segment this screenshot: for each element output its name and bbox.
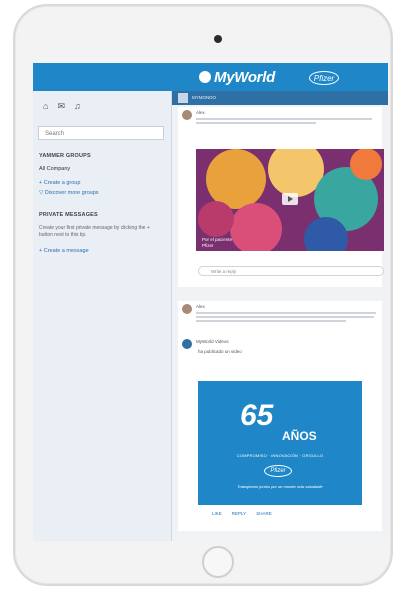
private-messages-tip: Create your first private message by cli… [39, 225, 150, 238]
post-text-line [196, 316, 374, 318]
pfizer-logo: Pfizer [309, 71, 339, 85]
post-actions: LIKE REPLY SHARE [212, 511, 272, 516]
post: Alex MyWorld Videos ha publicado un vide… [178, 301, 382, 531]
anniversary-word: AÑOS [282, 429, 317, 443]
bell-icon[interactable]: ♫ [74, 101, 81, 112]
top-bar: MyWorld Pfizer [33, 63, 388, 91]
search-input[interactable]: Search [38, 126, 164, 140]
announcement-post: Alex Por el paciente Pfizer Write a repl… [178, 107, 384, 287]
video-caption: Por el paciente [202, 237, 233, 242]
group-name: MYMONDO [192, 95, 216, 100]
post-text-line [196, 312, 376, 314]
avatar [182, 110, 192, 120]
main-feed: MYMONDO Alex Por el paciente Pfizer Writ… [172, 91, 388, 541]
groups-heading: YAMMER GROUPS [39, 153, 91, 159]
app-screen: MyWorld Pfizer ⌂ ✉ ♫ Search YAMMER GROUP… [33, 63, 388, 541]
sidebar-icons: ⌂ ✉ ♫ [43, 101, 81, 112]
video-channel-avatar [182, 339, 192, 349]
share-button[interactable]: SHARE [256, 511, 272, 516]
anniversary-values: COMPROMISO · INNOVACIÓN · ORGULLO [236, 453, 324, 458]
discover-groups-link[interactable]: ▽ Discover more groups [39, 190, 99, 196]
home-icon[interactable]: ⌂ [43, 101, 48, 112]
play-icon[interactable] [282, 193, 298, 205]
post-text-line [196, 320, 346, 322]
video-caption-brand: Pfizer [202, 243, 214, 248]
post-text-line [196, 118, 372, 120]
group-avatar [178, 93, 188, 103]
anniversary-number: 65 [240, 399, 274, 432]
front-camera [214, 35, 222, 43]
anniversary-image[interactable]: 65 AÑOS COMPROMISO · INNOVACIÓN · ORGULL… [198, 381, 362, 505]
sidebar: ⌂ ✉ ♫ Search YAMMER GROUPS All Company +… [33, 91, 172, 541]
like-button[interactable]: LIKE [212, 511, 222, 516]
anniversary-pfizer-logo: Pfizer [264, 465, 292, 477]
globe-icon [199, 71, 211, 83]
reply-button[interactable]: REPLY [232, 511, 246, 516]
create-message-link[interactable]: + Create a message [39, 248, 89, 254]
avatar [182, 304, 192, 314]
reply-input[interactable]: Write a reply [198, 266, 384, 276]
post-text-line [196, 122, 316, 124]
video-player[interactable]: Por el paciente Pfizer [196, 149, 384, 251]
private-messages-heading: PRIVATE MESSAGES [39, 212, 98, 218]
anniversary-tagline: Trabajamos juntos por un mundo más salud… [237, 484, 323, 489]
post-author[interactable]: Alex [196, 110, 205, 115]
inbox-icon[interactable]: ✉ [57, 101, 65, 112]
brand-title: MyWorld [214, 69, 275, 86]
sub-author[interactable]: MyWorld Videos [196, 339, 229, 344]
shared-line: ha publicado un video [198, 349, 242, 354]
home-button[interactable] [202, 546, 234, 578]
sidebar-item-all-company[interactable]: All Company [39, 166, 70, 172]
post-author[interactable]: Alex [196, 304, 205, 309]
create-group-link[interactable]: + Create a group [39, 180, 80, 186]
group-header: MYMONDO [172, 91, 388, 105]
